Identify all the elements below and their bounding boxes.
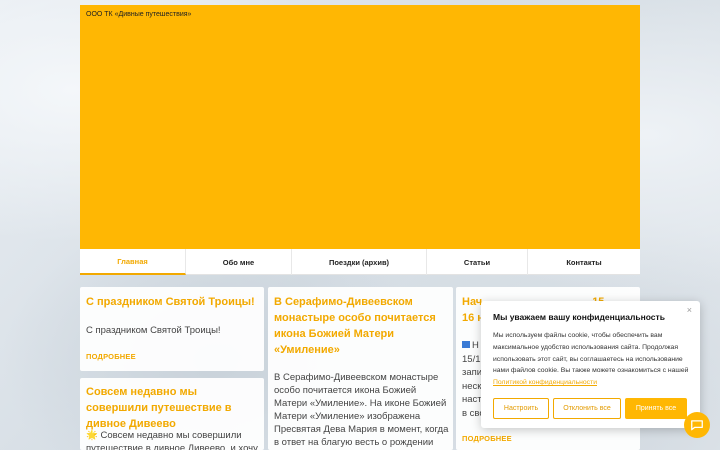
cookie-consent-dialog: × Мы уважаем вашу конфиденциальность Мы … <box>481 301 700 428</box>
nav-item-about[interactable]: Обо мне <box>186 249 292 275</box>
close-icon[interactable]: × <box>687 305 692 315</box>
cookie-accept-button[interactable]: Принять все <box>625 398 687 419</box>
post-card: Совсем недавно мы совершили путешествие … <box>80 378 264 450</box>
cookie-text: Мы используем файлы cookie, чтобы обеспе… <box>493 332 689 387</box>
star-icon: 🌟 <box>86 430 98 441</box>
post-excerpt: 🌟 Совсем недавно мы совершили путешестви… <box>86 429 261 450</box>
post-title[interactable]: С праздником Святой Троицы! <box>86 294 261 310</box>
cookie-configure-button[interactable]: Настроить <box>493 398 549 419</box>
cookie-title: Мы уважаем вашу конфиденциальность <box>493 312 665 322</box>
post-excerpt: В Серафимо-Дивеевском монастыре особо по… <box>274 372 449 448</box>
cookie-reject-button[interactable]: Отклонить все <box>553 398 621 419</box>
main-nav: Главная Обо мне Поездки (архив) Статьи К… <box>80 249 640 275</box>
nav-item-articles[interactable]: Статьи <box>427 249 528 275</box>
post-excerpt-text: Совсем недавно мы совершили путешествие … <box>86 430 258 450</box>
post-title[interactable]: Совсем недавно мы совершили путешествие … <box>86 384 261 432</box>
post-excerpt: С праздником Святой Троицы! <box>86 325 221 336</box>
post-card: В Серафимо-Дивеевском монастыре особо по… <box>268 287 453 450</box>
chat-button[interactable] <box>684 412 710 438</box>
post-card: С праздником Святой Троицы! С праздником… <box>80 287 264 371</box>
nav-item-home[interactable]: Главная <box>80 249 186 275</box>
read-more-link[interactable]: ПОДРОБНЕЕ <box>86 352 136 361</box>
nav-item-contacts[interactable]: Контакты <box>528 249 640 275</box>
header-banner: ООО ТК «Дивные путешествия» <box>80 5 640 249</box>
post-title[interactable]: В Серафимо-Дивеевском монастыре особо по… <box>274 294 446 358</box>
privacy-policy-link[interactable]: Политикой конфиденциальности <box>493 379 597 386</box>
brand-name[interactable]: ООО ТК «Дивные путешествия» <box>86 11 191 18</box>
flag-icon <box>462 341 470 348</box>
chat-icon <box>691 420 703 431</box>
nav-item-trips-archive[interactable]: Поездки (архив) <box>292 249 427 275</box>
read-more-link[interactable]: ПОДРОБНЕЕ <box>462 434 512 443</box>
